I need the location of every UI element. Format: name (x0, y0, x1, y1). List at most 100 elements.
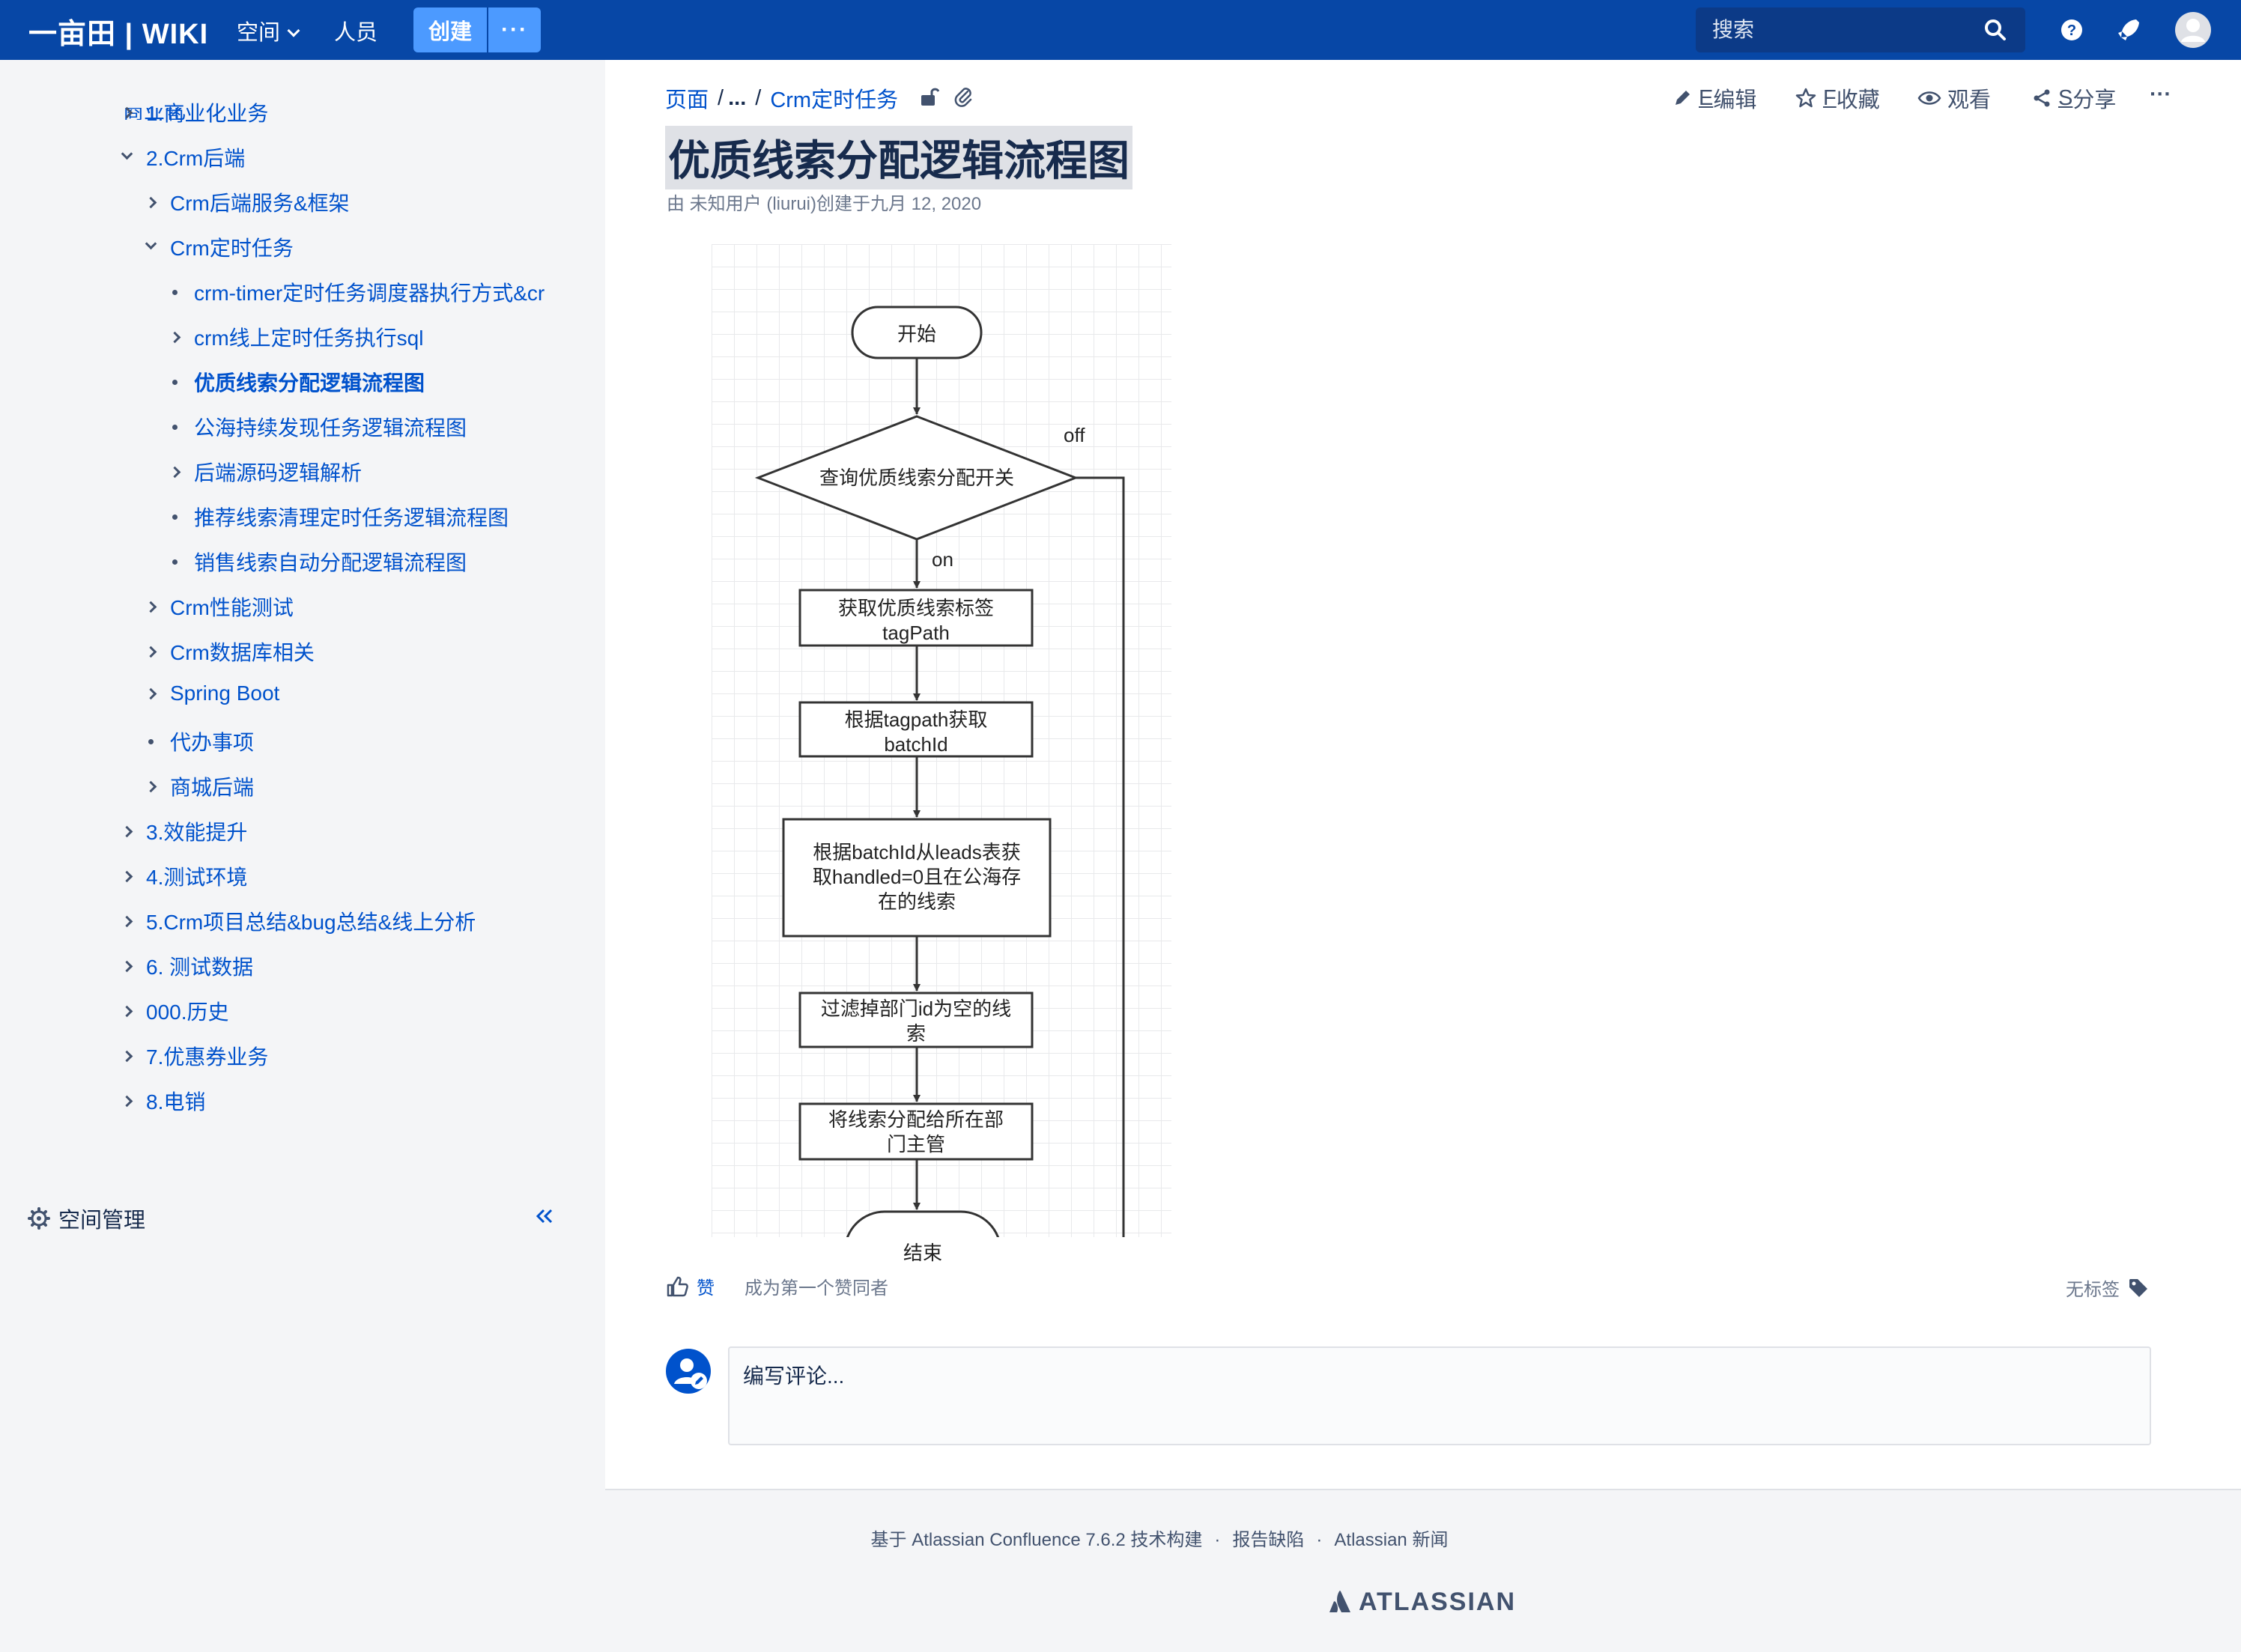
sidebar-tree-item-label: Spring Boot (170, 681, 280, 705)
chevron-right-icon[interactable] (145, 646, 157, 658)
chevron-right-icon[interactable] (145, 601, 157, 613)
chevron-right-icon[interactable] (121, 1050, 133, 1062)
sidebar-tree-item[interactable]: crm线上定时任务执行sql (169, 322, 424, 352)
sidebar-tree-item-label: 4.测试环境 (146, 866, 248, 889)
sidebar-tree-item[interactable]: Crm后端服务&框架 (145, 187, 350, 217)
sidebar-tree-item[interactable]: 公海持续发现任务逻辑流程图 (171, 412, 467, 442)
wiki-logo[interactable]: 一亩田 | WIKI (28, 10, 208, 52)
sidebar-tree-item[interactable]: 1.商业化业务 (121, 97, 268, 127)
sidebar-tree-item[interactable]: 000.历史 (121, 996, 229, 1026)
watch-button[interactable]: 观看 (1917, 82, 1991, 114)
comment-input[interactable] (730, 1348, 2150, 1444)
sidebar-tree-item-label: 商城后端 (170, 776, 255, 799)
search-input[interactable] (1712, 18, 1967, 42)
favorite-button[interactable]: F 收藏 (1795, 82, 1880, 114)
chevron-down-icon[interactable] (145, 237, 157, 249)
sidebar-tree-item[interactable]: 7.优惠券业务 (121, 1041, 268, 1071)
share-button[interactable]: S 分享 (2031, 82, 2116, 114)
flow-text-line: batchId (884, 733, 948, 756)
edit-button[interactable]: E 编辑 (1672, 82, 1756, 114)
share-label: 分享 (2072, 88, 2117, 112)
footer-links: 基于 Atlassian Confluence 7.6.2 技术构建 · 报告缺陷 ·… (605, 1525, 1714, 1551)
footer-news-link[interactable]: Atlassian 新闻 (1334, 1530, 1448, 1550)
chevron-right-icon[interactable] (169, 331, 181, 343)
footer-separator: · (1214, 1530, 1221, 1550)
sidebar-tree-item-label: 公海持续发现任务逻辑流程图 (194, 416, 467, 440)
flow-text-line: 根据tagpath获取 (844, 708, 988, 731)
sidebar-tree-item-label: 2.Crm后端 (146, 147, 246, 170)
footer-separator: · (1316, 1530, 1323, 1550)
sidebar-tree-item[interactable]: 代办事项 (147, 726, 254, 756)
attachment-icon[interactable] (953, 85, 974, 108)
sidebar-tree-item[interactable]: 销售线索自动分配逻辑流程图 (171, 547, 467, 577)
help-icon[interactable]: ? (2055, 13, 2088, 46)
sidebar-tree-item-label: 销售线索自动分配逻辑流程图 (194, 551, 467, 574)
search-icon[interactable] (1983, 18, 2007, 42)
sidebar-tree-item[interactable]: 后端源码逻辑解析 (169, 457, 362, 487)
create-more-button[interactable]: ··· (488, 7, 541, 52)
chevron-right-icon[interactable] (169, 466, 181, 478)
atlassian-logo[interactable]: ATLASSIAN (1329, 1588, 1516, 1617)
sidebar-tree-item-label: 代办事项 (170, 731, 255, 754)
breadcrumb-ellipsis[interactable]: ... (728, 86, 746, 111)
gear-icon (28, 1207, 50, 1230)
notifications-rocket-icon[interactable] (2112, 13, 2145, 46)
sidebar-tree-item[interactable]: 2.Crm后端 (121, 142, 246, 172)
chevron-right-icon[interactable] (145, 196, 157, 208)
sidebar-tree-item[interactable]: Crm性能测试 (145, 592, 294, 622)
space-admin-link[interactable]: 空间管理 (27, 1203, 145, 1234)
sidebar-tree-item[interactable]: 推荐线索清理定时任务逻辑流程图 (171, 502, 509, 532)
sidebar-tree-item[interactable]: 3.效能提升 (121, 816, 248, 846)
sidebar-tree-item-label: 3.效能提升 (146, 821, 248, 844)
sidebar-tree-item[interactable]: 8.电销 (121, 1086, 205, 1116)
flow-off-label: off (1064, 424, 1085, 446)
chevron-right-icon[interactable] (121, 825, 133, 837)
sidebar-tree-item[interactable]: 6. 测试数据 (121, 951, 254, 981)
chevron-right-icon[interactable] (121, 870, 133, 882)
sidebar-tree-item-label: crm-timer定时任务调度器执行方式&cr (194, 282, 545, 305)
sidebar-tree-item-label: 6. 测试数据 (146, 956, 254, 979)
chevron-right-icon[interactable] (121, 1095, 133, 1107)
sidebar-tree-item[interactable]: 4.测试环境 (121, 861, 248, 891)
sidebar-tree-item[interactable]: 优质线索分配逻辑流程图 (171, 367, 425, 397)
sidebar-tree-item[interactable]: 5.Crm项目总结&bug总结&线上分析 (121, 906, 476, 936)
footer-report-bug-link[interactable]: 报告缺陷 (1232, 1530, 1304, 1550)
chevron-right-icon[interactable] (121, 1005, 133, 1017)
chevron-right-icon[interactable] (121, 960, 133, 972)
page-title: 优质线索分配逻辑流程图 (665, 126, 1132, 189)
tag-icon[interactable] (2127, 1277, 2150, 1299)
footer-built-with-link[interactable]: 基于 Atlassian Confluence 7.6.2 技术构建 (871, 1530, 1203, 1550)
sidebar-tree-item-label: Crm性能测试 (170, 596, 294, 619)
chevron-right-icon[interactable] (145, 780, 157, 792)
unlock-icon[interactable] (918, 85, 939, 108)
edit-label: 编辑 (1713, 88, 1757, 112)
breadcrumb-pages-link[interactable]: 页面 (665, 82, 709, 114)
flow-step3-label: 根据batchId从leads表获 取handled=0且在公海存 在的线索 (783, 840, 1050, 914)
nav-people-link[interactable]: 人员 (334, 15, 377, 46)
flow-text-line: tagPath (882, 622, 950, 644)
sidebar-tree-item[interactable]: 商城后端 (145, 771, 255, 801)
svg-text:?: ? (2067, 22, 2076, 39)
collapse-sidebar-icon[interactable] (533, 1206, 557, 1227)
create-button[interactable]: 创建 (413, 7, 487, 52)
thumbs-up-icon[interactable] (665, 1275, 689, 1299)
user-avatar-icon[interactable] (2174, 10, 2213, 49)
chevron-right-icon[interactable] (121, 915, 133, 927)
chevron-down-icon[interactable] (121, 148, 133, 160)
sidebar-tree-item-label: 优质线索分配逻辑流程图 (194, 371, 425, 395)
sidebar-tree-item[interactable]: crm-timer定时任务调度器执行方式&cr (171, 277, 545, 307)
more-actions-button[interactable]: ··· (2150, 82, 2171, 107)
chevron-right-icon[interactable] (121, 106, 133, 118)
labels-area: 无标签 (2066, 1275, 2150, 1301)
commenter-avatar-icon (666, 1349, 711, 1394)
sidebar-tree-item[interactable]: Crm数据库相关 (145, 637, 315, 666)
breadcrumb-parent-link[interactable]: Crm定时任务 (770, 82, 898, 114)
like-button[interactable]: 赞 (697, 1273, 715, 1299)
sidebar-tree-item[interactable]: Spring Boot (145, 681, 280, 705)
share-shortcut-key: S (2058, 85, 2073, 110)
sidebar-tree-item-label: crm线上定时任务执行sql (194, 327, 424, 350)
sidebar-tree-item[interactable]: Crm定时任务 (145, 232, 294, 262)
breadcrumb-separator: / (755, 85, 762, 110)
nav-spaces-menu[interactable]: 空间 (237, 15, 300, 46)
chevron-right-icon[interactable] (145, 687, 157, 699)
